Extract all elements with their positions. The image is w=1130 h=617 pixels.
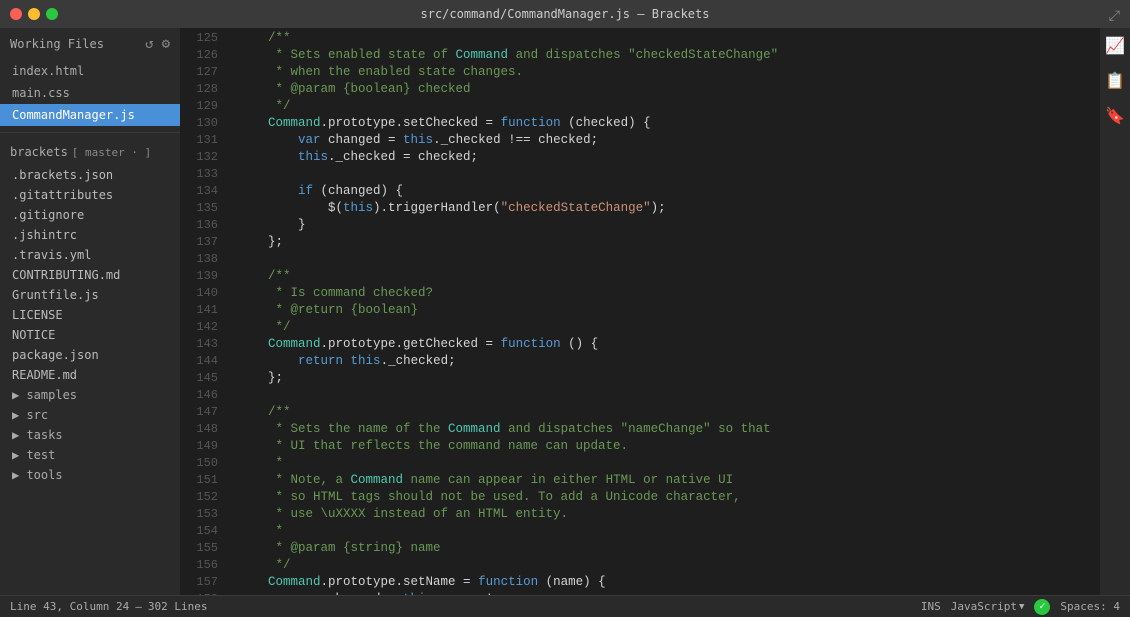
code-line-130: Command.prototype.setChecked = function … — [238, 115, 1100, 132]
tree-item-contributing-md[interactable]: CONTRIBUTING.md — [0, 265, 180, 285]
check-icon: ✓ — [1034, 599, 1050, 615]
code-line-139: /** — [238, 268, 1100, 285]
branch-label: [ master · ] — [72, 146, 151, 159]
code-line-143: Command.prototype.getChecked = function … — [238, 336, 1100, 353]
code-line-127: * when the enabled state changes. — [238, 64, 1100, 81]
code-line-135: $(this).triggerHandler("checkedStateChan… — [238, 200, 1100, 217]
main-layout: Working Files ↺ ⚙ index.html main.css Co… — [0, 28, 1130, 595]
separator: — — [135, 600, 142, 613]
code-line-126: * Sets enabled state of Command and disp… — [238, 47, 1100, 64]
tree-item-gitattributes[interactable]: .gitattributes — [0, 185, 180, 205]
sidebar-settings-icon[interactable]: ⚙ — [162, 36, 170, 52]
code-line-154: * — [238, 523, 1100, 540]
sidebar-file-index-html[interactable]: index.html — [0, 60, 180, 82]
tree-item-package-json[interactable]: package.json — [0, 345, 180, 365]
clipboard-icon[interactable]: 📋 — [1105, 71, 1125, 90]
window-controls — [10, 8, 58, 20]
working-files-header: Working Files ↺ ⚙ — [0, 28, 180, 60]
tree-item-samples[interactable]: ▶ samples — [0, 385, 180, 405]
code-line-155: * @param {string} name — [238, 540, 1100, 557]
project-name: brackets — [10, 145, 68, 159]
tree-item-brackets-json[interactable]: .brackets.json — [0, 165, 180, 185]
code-line-149: * UI that reflects the command name can … — [238, 438, 1100, 455]
bookmark-icon[interactable]: 🔖 — [1105, 106, 1125, 125]
code-line-156: */ — [238, 557, 1100, 574]
code-line-142: */ — [238, 319, 1100, 336]
sidebar-divider — [0, 132, 180, 133]
code-line-151: * Note, a Command name can appear in eit… — [238, 472, 1100, 489]
window-title: src/command/CommandManager.js — Brackets — [421, 7, 710, 21]
line-chart-icon[interactable]: 📈 — [1105, 36, 1125, 55]
statusbar: Line 43, Column 24 — 302 Lines INS JavaS… — [0, 595, 1130, 617]
statusbar-right: INS JavaScript ▼ ✓ Spaces: 4 — [921, 599, 1120, 615]
code-line-131: var changed = this._checked !== checked; — [238, 132, 1100, 149]
code-line-153: * use \uXXXX instead of an HTML entity. — [238, 506, 1100, 523]
code-line-157: Command.prototype.setName = function (na… — [238, 574, 1100, 591]
tree-item-jshintrc[interactable]: .jshintrc — [0, 225, 180, 245]
expand-icon[interactable]: ⤢ — [1109, 8, 1120, 24]
language-selector[interactable]: JavaScript ▼ — [951, 600, 1025, 613]
tree-item-gitignore[interactable]: .gitignore — [0, 205, 180, 225]
code-line-128: * @param {boolean} checked — [238, 81, 1100, 98]
code-line-133 — [238, 166, 1100, 183]
code-line-137: }; — [238, 234, 1100, 251]
code-container[interactable]: 125126127128129 130131132133134 13513613… — [180, 28, 1100, 595]
tree-item-src[interactable]: ▶ src — [0, 405, 180, 425]
tree-item-notice[interactable]: NOTICE — [0, 325, 180, 345]
maximize-button[interactable] — [46, 8, 58, 20]
language-label: JavaScript — [951, 600, 1017, 613]
code-line-132: this._checked = checked; — [238, 149, 1100, 166]
code-line-150: * — [238, 455, 1100, 472]
titlebar: src/command/CommandManager.js — Brackets… — [0, 0, 1130, 28]
language-arrow-icon: ▼ — [1019, 602, 1024, 612]
tree-item-gruntfile-js[interactable]: Gruntfile.js — [0, 285, 180, 305]
cursor-position: Line 43, Column 24 — [10, 600, 129, 613]
code-line-140: * Is command checked? — [238, 285, 1100, 302]
working-files-list: index.html main.css CommandManager.js — [0, 60, 180, 126]
tree-item-readme-md[interactable]: README.md — [0, 365, 180, 385]
line-numbers: 125126127128129 130131132133134 13513613… — [180, 28, 228, 595]
tree-item-license[interactable]: LICENSE — [0, 305, 180, 325]
code-line-129: */ — [238, 98, 1100, 115]
minimize-button[interactable] — [28, 8, 40, 20]
code-line-141: * @return {boolean} — [238, 302, 1100, 319]
code-line-136: } — [238, 217, 1100, 234]
code-line-144: return this._checked; — [238, 353, 1100, 370]
code-line-147: /** — [238, 404, 1100, 421]
tree-item-travis-yml[interactable]: .travis.yml — [0, 245, 180, 265]
sidebar-tree: .brackets.json .gitattributes .gitignore… — [0, 165, 180, 485]
right-panel: 📈 📋 🔖 — [1100, 28, 1130, 595]
code-line-138 — [238, 251, 1100, 268]
close-button[interactable] — [10, 8, 22, 20]
ins-label: INS — [921, 600, 941, 613]
editor-area: 125126127128129 130131132133134 13513613… — [180, 28, 1100, 595]
sidebar-file-main-css[interactable]: main.css — [0, 82, 180, 104]
statusbar-left: Line 43, Column 24 — 302 Lines — [10, 600, 207, 613]
tree-item-test[interactable]: ▶ test — [0, 445, 180, 465]
status-badge: ✓ — [1034, 599, 1050, 615]
sidebar-refresh-icon[interactable]: ↺ — [145, 36, 153, 52]
spaces-label: Spaces: 4 — [1060, 600, 1120, 613]
code-line-125: /** — [238, 30, 1100, 47]
sidebar-file-commandmanager-js[interactable]: CommandManager.js — [0, 104, 180, 126]
code-line-146 — [238, 387, 1100, 404]
lines-count: 302 Lines — [148, 600, 208, 613]
titlebar-right: ⤢ — [1109, 5, 1120, 24]
working-files-label: Working Files — [10, 37, 104, 51]
code-lines[interactable]: /** * Sets enabled state of Command and … — [228, 28, 1100, 595]
code-line-145: }; — [238, 370, 1100, 387]
project-header: brackets [ master · ] — [0, 139, 180, 165]
tree-item-tools[interactable]: ▶ tools — [0, 465, 180, 485]
code-line-134: if (changed) { — [238, 183, 1100, 200]
code-line-148: * Sets the name of the Command and dispa… — [238, 421, 1100, 438]
code-line-152: * so HTML tags should not be used. To ad… — [238, 489, 1100, 506]
sidebar: Working Files ↺ ⚙ index.html main.css Co… — [0, 28, 180, 595]
tree-item-tasks[interactable]: ▶ tasks — [0, 425, 180, 445]
sidebar-header-icons: ↺ ⚙ — [145, 36, 170, 52]
